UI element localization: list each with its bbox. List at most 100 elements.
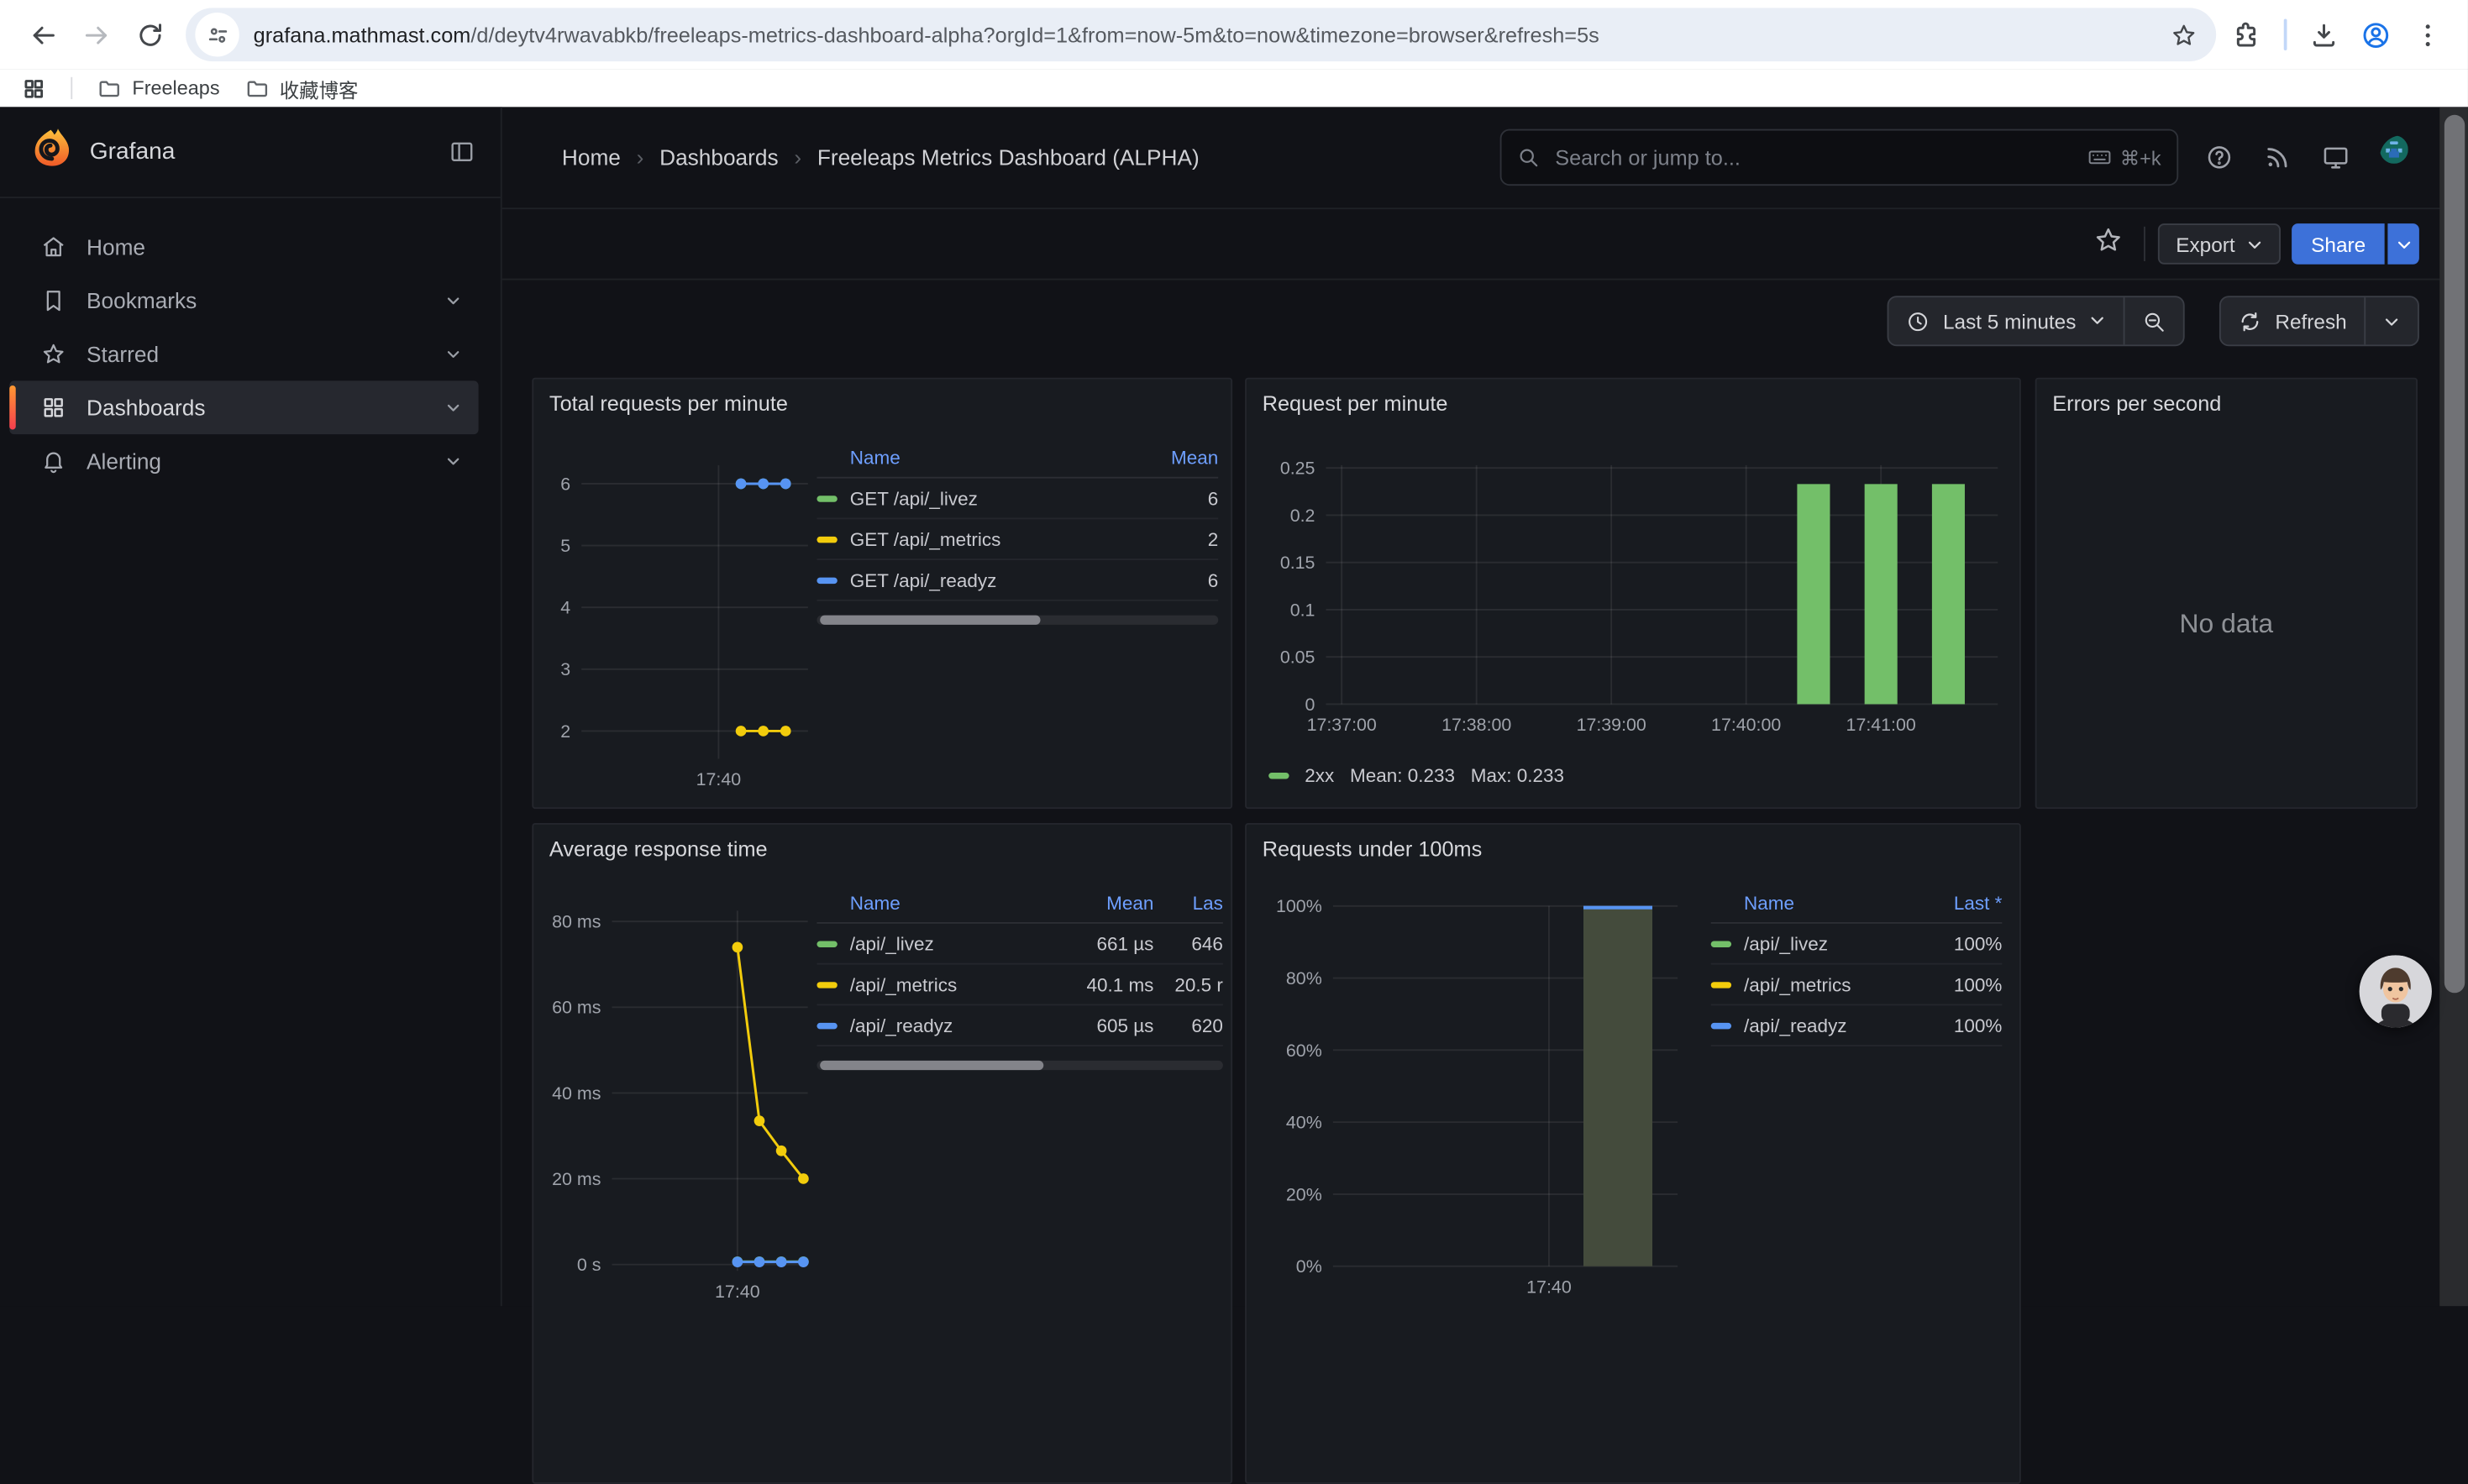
dock-menu-icon[interactable] xyxy=(449,139,475,165)
forward-icon[interactable] xyxy=(69,8,123,61)
series-mean: 2 xyxy=(1130,528,1218,550)
extensions-icon[interactable] xyxy=(2232,19,2262,50)
sidebar-item-alerting[interactable]: Alerting xyxy=(9,434,478,488)
svg-text:0 s: 0 s xyxy=(577,1255,601,1275)
sidebar-item-dashboards[interactable]: Dashboards xyxy=(9,380,478,434)
legend-row[interactable]: /api/_readyz 100% xyxy=(1711,1005,2003,1046)
legend-col-name[interactable]: Name xyxy=(817,447,1130,469)
chevron-down-icon[interactable] xyxy=(444,452,462,470)
bookmark-star-icon[interactable] xyxy=(2171,21,2198,48)
time-range-picker[interactable]: Last 5 minutes xyxy=(1889,297,2123,344)
legend-row[interactable]: /api/_metrics 40.1 ms 20.5 r xyxy=(817,965,1222,1006)
legend-scrollbar-thumb[interactable] xyxy=(820,1061,1043,1070)
address-bar[interactable]: grafana.mathmast.com/d/deytv4rwavabkb/fr… xyxy=(186,8,2216,61)
legend-row[interactable]: GET /api/_readyz 6 xyxy=(817,560,1218,601)
legend-col-last[interactable]: Las xyxy=(1153,892,1222,914)
panel-average-response-time: Average response time 80 ms60 ms40 ms20 … xyxy=(532,823,1232,1484)
search-input[interactable] xyxy=(1552,144,2087,170)
display-monitor-icon[interactable] xyxy=(2322,144,2350,172)
svg-text:40 ms: 40 ms xyxy=(552,1083,601,1104)
bookmark-folder-label: Freeleaps xyxy=(132,77,219,99)
panel-title[interactable]: Requests under 100ms xyxy=(1263,837,1483,861)
svg-text:60%: 60% xyxy=(1286,1041,1322,1061)
scrollbar-thumb[interactable] xyxy=(2444,115,2464,994)
floating-assistant-avatar[interactable] xyxy=(2360,955,2432,1027)
sidebar-item-home[interactable]: Home xyxy=(9,220,478,274)
breadcrumb-home[interactable]: Home xyxy=(562,144,621,170)
profile-icon[interactable] xyxy=(2361,19,2392,50)
legend-header: Name Mean xyxy=(817,439,1218,479)
legend-row[interactable]: GET /api/_metrics 2 xyxy=(817,519,1218,560)
panel-requests-under-100ms: Requests under 100ms 100%80%60%40%20%0%1… xyxy=(1245,823,2021,1484)
svg-text:0.1: 0.1 xyxy=(1290,600,1315,620)
search-box[interactable]: ⌘+k xyxy=(1500,129,2179,186)
refresh-interval-button[interactable] xyxy=(2364,297,2418,344)
grafana-logo[interactable] xyxy=(31,128,72,176)
bookmark-folder-freeleaps[interactable]: Freeleaps xyxy=(97,76,219,100)
export-label: Export xyxy=(2176,232,2234,255)
sidebar-item-label: Starred xyxy=(87,342,159,367)
downloads-icon[interactable] xyxy=(2309,19,2339,50)
url-domain: grafana.mathmast.com xyxy=(254,23,471,46)
back-icon[interactable] xyxy=(16,8,70,61)
svg-text:100%: 100% xyxy=(1276,896,1322,916)
panel-title[interactable]: Errors per second xyxy=(2052,392,2221,416)
legend-row[interactable]: /api/_livez 661 µs 646 xyxy=(817,924,1222,965)
legend-col-mean[interactable]: Mean xyxy=(1130,447,1218,469)
legend-scrollbar[interactable] xyxy=(817,616,1218,625)
chevron-down-icon[interactable] xyxy=(444,398,462,417)
sidebar-item-label: Home xyxy=(87,234,145,260)
series-max: Max: 0.233 xyxy=(1471,765,1564,787)
legend-col-last[interactable]: Last * xyxy=(1914,892,2002,914)
legend-row[interactable]: /api/_livez 100% xyxy=(1711,924,2003,965)
panel-title[interactable]: Total requests per minute xyxy=(549,392,788,416)
user-avatar[interactable] xyxy=(2380,135,2423,179)
url-text[interactable]: grafana.mathmast.com/d/deytv4rwavabkb/fr… xyxy=(254,23,2158,46)
series-name: GET /api/_metrics xyxy=(850,528,1131,550)
legend-row[interactable]: GET /api/_livez 6 xyxy=(817,479,1218,520)
dashboard-toolbar: Export Share xyxy=(502,209,2468,280)
legend-scrollbar[interactable] xyxy=(817,1061,1222,1070)
site-settings-icon[interactable] xyxy=(195,13,239,56)
sidebar-item-bookmarks[interactable]: Bookmarks xyxy=(9,274,478,328)
legend-inline[interactable]: 2xx Mean: 0.233 Max: 0.233 xyxy=(1268,765,1564,787)
breadcrumb-separator: › xyxy=(637,144,644,170)
shortcut-label: ⌘+k xyxy=(2120,145,2161,169)
news-rss-icon[interactable] xyxy=(2263,144,2292,172)
home-icon xyxy=(41,234,66,260)
svg-text:0.15: 0.15 xyxy=(1280,553,1315,573)
chart-request-per-minute[interactable]: 0.250.20.150.10.05017:37:0017:38:0017:39… xyxy=(1247,380,2019,808)
share-button[interactable]: Share xyxy=(2292,223,2385,265)
legend-table: Name Last * /api/_livez 100% /api/_metri… xyxy=(1711,884,2003,1046)
legend-row[interactable]: /api/_readyz 605 µs 620 xyxy=(817,1005,1222,1046)
sidebar-item-starred[interactable]: Starred xyxy=(9,328,478,381)
reload-icon[interactable] xyxy=(123,8,176,61)
share-menu-button[interactable] xyxy=(2387,223,2418,265)
panel-title[interactable]: Request per minute xyxy=(1263,392,1448,416)
page-scrollbar[interactable] xyxy=(2439,107,2468,1306)
zoom-out-time-button[interactable] xyxy=(2124,297,2183,344)
breadcrumb-dashboards[interactable]: Dashboards xyxy=(659,144,778,170)
panel-title[interactable]: Average response time xyxy=(549,837,768,861)
sidebar-header: Grafana xyxy=(0,107,501,198)
favorite-star-icon[interactable] xyxy=(2093,225,2124,255)
legend-col-name[interactable]: Name xyxy=(1711,892,1914,914)
legend-col-mean[interactable]: Mean xyxy=(1065,892,1153,914)
apps-grid-icon[interactable] xyxy=(22,76,45,100)
svg-text:17:40: 17:40 xyxy=(715,1282,760,1302)
svg-text:20%: 20% xyxy=(1286,1184,1322,1204)
legend-col-name[interactable]: Name xyxy=(817,892,1065,914)
svg-text:20 ms: 20 ms xyxy=(552,1169,601,1189)
browser-menu-icon[interactable] xyxy=(2413,19,2443,50)
chevron-down-icon[interactable] xyxy=(444,344,462,363)
chevron-down-icon[interactable] xyxy=(444,291,462,310)
export-button[interactable]: Export xyxy=(2159,223,2281,265)
help-icon[interactable] xyxy=(2205,144,2234,172)
legend-scrollbar-thumb[interactable] xyxy=(820,616,1041,625)
bookmark-folder-blogs[interactable]: 收藏博客 xyxy=(245,73,359,103)
legend-row[interactable]: /api/_metrics 100% xyxy=(1711,965,2003,1006)
no-data-message: No data xyxy=(2037,609,2417,640)
series-mean: 6 xyxy=(1130,569,1218,590)
refresh-button[interactable]: Refresh xyxy=(2222,297,2365,344)
svg-text:80%: 80% xyxy=(1286,968,1322,988)
